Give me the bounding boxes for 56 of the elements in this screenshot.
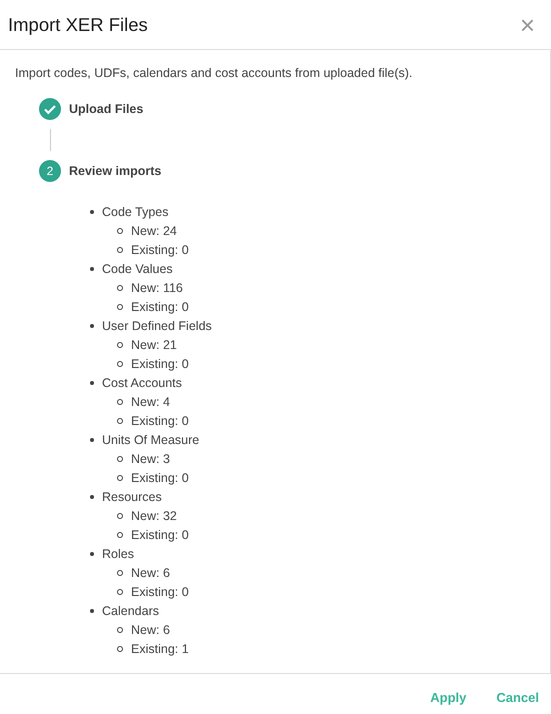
import-count: Existing: 0 bbox=[131, 528, 189, 542]
bullet-icon bbox=[90, 552, 94, 556]
import-count: New: 116 bbox=[131, 280, 183, 294]
import-count: New: 24 bbox=[131, 224, 177, 238]
bullet-icon bbox=[117, 532, 123, 538]
dialog-button[interactable]: Cancel bbox=[488, 686, 547, 708]
bullet-icon bbox=[117, 284, 123, 290]
import-count: New: 6 bbox=[131, 566, 170, 580]
bullet-icon bbox=[90, 324, 94, 328]
import-count: Existing: 0 bbox=[131, 584, 189, 598]
import-category: Resources bbox=[102, 490, 162, 504]
import-count: Existing: 0 bbox=[131, 242, 189, 256]
bullet-icon bbox=[117, 588, 123, 594]
import-count: Existing: 0 bbox=[131, 300, 189, 314]
bullet-icon bbox=[117, 512, 123, 518]
dialog-button[interactable]: Apply bbox=[422, 686, 474, 708]
import-category: Cost Accounts bbox=[102, 376, 182, 390]
description: Import codes, UDFs, calendars and cost accounts from uploaded file(s). bbox=[15, 66, 414, 80]
step-label: Review imports bbox=[69, 164, 162, 178]
bullet-icon bbox=[117, 246, 123, 252]
bullet-icon bbox=[90, 494, 94, 498]
bullet-icon bbox=[117, 304, 123, 310]
bullet-icon bbox=[117, 360, 123, 366]
import-category: Calendars bbox=[102, 604, 159, 618]
bullet-icon bbox=[90, 266, 94, 270]
import-count: New: 21 bbox=[131, 338, 177, 352]
import-count: Existing: 0 bbox=[131, 470, 189, 484]
bullet-icon bbox=[90, 608, 94, 612]
bullet-icon bbox=[117, 228, 123, 234]
import-count: New: 6 bbox=[131, 622, 170, 636]
dialog-title: Import XER Files bbox=[8, 14, 148, 36]
step-label: Upload Files bbox=[69, 102, 144, 116]
bullet-icon bbox=[117, 342, 123, 348]
import-count: Existing: 0 bbox=[131, 356, 189, 370]
bullet-icon bbox=[90, 210, 94, 214]
import-category: Code Values bbox=[102, 262, 173, 276]
import-category: User Defined Fields bbox=[102, 318, 212, 332]
import-category: Roles bbox=[102, 546, 134, 560]
bullet-icon bbox=[90, 380, 94, 384]
import-count: New: 4 bbox=[131, 394, 170, 408]
close-button[interactable]: × bbox=[516, 12, 539, 38]
bullet-icon bbox=[117, 646, 123, 652]
import-count: New: 3 bbox=[131, 452, 170, 466]
import-count: Existing: 0 bbox=[131, 414, 189, 428]
bullet-icon bbox=[117, 474, 123, 480]
bullet-icon bbox=[117, 398, 123, 404]
import-category: Units Of Measure bbox=[102, 432, 200, 446]
bullet-icon bbox=[90, 438, 94, 442]
import-count: Existing: 1 bbox=[131, 642, 189, 656]
bullet-icon bbox=[117, 418, 123, 424]
bullet-icon bbox=[117, 570, 123, 576]
import-count: New: 32 bbox=[131, 508, 177, 522]
import-category: Code Types bbox=[102, 204, 168, 218]
bullet-icon bbox=[117, 456, 123, 462]
bullet-icon bbox=[117, 626, 123, 632]
step-number: 2 bbox=[39, 160, 61, 182]
